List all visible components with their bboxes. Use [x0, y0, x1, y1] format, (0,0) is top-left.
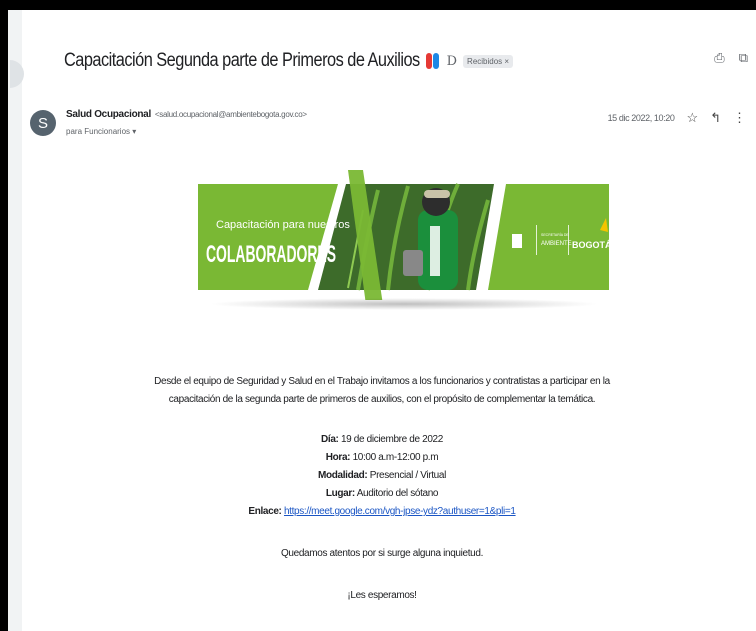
- top-actions: ⎙ ⧉: [714, 50, 748, 66]
- email-subject: Capacitación Segunda parte de Primeros d…: [64, 50, 420, 71]
- emergency-emoji-icon: [425, 53, 439, 69]
- banner-shadow: [208, 298, 600, 310]
- detail-mode: Modalidad: Presencial / Virtual: [318, 470, 446, 481]
- recipient-dropdown[interactable]: para Funcionarios ▾: [66, 127, 136, 136]
- important-marker[interactable]: D: [447, 54, 457, 69]
- message-date: 15 dic 2022, 10:20: [607, 113, 675, 123]
- detail-link: Enlace: https://meet.google.com/vgh-jpse…: [248, 506, 516, 517]
- intro-line-1: Desde el equipo de Seguridad y Salud en …: [154, 376, 610, 387]
- avatar[interactable]: S: [30, 110, 56, 136]
- closing-text: Quedamos atentos por si surge alguna inq…: [280, 548, 484, 559]
- star-icon[interactable]: ☆: [686, 110, 698, 126]
- email-window: Capacitación Segunda parte de Primeros d…: [8, 10, 756, 631]
- farewell-text: ¡Les esperamos!: [347, 590, 417, 601]
- banner-org2: AMBIENTE: [541, 241, 572, 247]
- sender-row: S Salud Ocupacional <salud.ocupacional@am…: [30, 106, 746, 146]
- sender-name[interactable]: Salud Ocupacional <salud.ocupacional@ambi…: [66, 109, 307, 120]
- detail-day: Día: 19 de diciembre de 2022: [321, 434, 443, 445]
- banner-org1: SECRETARÍA DE: [541, 233, 569, 237]
- banner-line1: Capacitación para nuestros: [216, 219, 350, 231]
- inbox-label-chip[interactable]: Recibidos ×: [463, 54, 514, 68]
- training-banner: Capacitación para nuestros COLABORADORES…: [198, 170, 609, 300]
- open-in-new-icon[interactable]: ⧉: [739, 50, 748, 66]
- detail-time: Hora: 10:00 a.m-12:00 p.m: [325, 452, 439, 463]
- subject-row: Capacitación Segunda parte de Primeros d…: [64, 46, 746, 76]
- reply-icon[interactable]: ↰: [710, 110, 721, 126]
- sender-email: <salud.ocupacional@ambientebogota.gov.co…: [154, 110, 307, 119]
- print-icon[interactable]: ⎙: [714, 50, 724, 66]
- sender-name-text: Salud Ocupacional: [66, 109, 151, 120]
- sidebar-edge: [8, 10, 24, 631]
- intro-line-2: capacitación de la segunda parte de prim…: [168, 394, 596, 405]
- sidebar-toggle[interactable]: [10, 60, 24, 88]
- meet-link[interactable]: https://meet.google.com/vgh-jpse-ydz?aut…: [284, 506, 516, 517]
- detail-place: Lugar: Auditorio del sótano: [325, 488, 439, 499]
- banner-city: BOGOTÁ: [572, 240, 609, 250]
- banner-line2: COLABORADORES: [206, 241, 336, 268]
- message-meta: 15 dic 2022, 10:20 ☆ ↰ ⋮: [608, 110, 746, 126]
- more-vert-icon[interactable]: ⋮: [733, 110, 746, 126]
